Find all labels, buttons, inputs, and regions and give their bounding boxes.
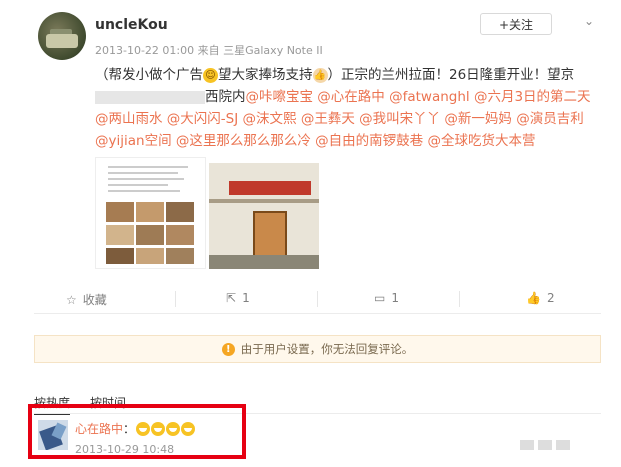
watermark-block [520, 440, 534, 450]
image-tile [166, 202, 194, 222]
mention-link[interactable]: @沫文熙 [243, 111, 297, 127]
favorite-button[interactable]: ☆ 收藏 [66, 291, 107, 308]
favorite-label: 收藏 [82, 293, 107, 307]
mention-link[interactable]: @yijian空间 [95, 133, 172, 149]
blurred-text [95, 90, 205, 104]
thumbs-up-icon: 👍 [526, 291, 541, 305]
store-ground [209, 255, 319, 269]
image-tile [166, 248, 194, 264]
comment-button[interactable]: ▭ 1 [374, 291, 399, 305]
mention-link[interactable]: @两山雨水 [95, 111, 163, 127]
store-wall [209, 199, 319, 203]
post-text-part4: 西院内 [205, 89, 246, 105]
image-text-line [108, 178, 184, 180]
repost-icon: ⇱ [226, 291, 237, 305]
image-text-line [108, 166, 188, 168]
mention-link[interactable]: @六月3日的第二天 [474, 89, 591, 105]
wink-emoji-icon: ☺ [203, 67, 218, 83]
image-tile [106, 248, 134, 264]
username[interactable]: uncleKou [95, 17, 168, 33]
image-tile [106, 202, 134, 222]
image-text-line [108, 172, 178, 174]
post-text-part2: 望大家捧场支持 [218, 67, 313, 83]
post-text: （帮发小做个广告 ☺ 望大家捧场支持👍）正宗的兰州拉面！26日隆重开业！望京 西院内… [95, 64, 610, 152]
chevron-down-icon[interactable]: ⌄ [584, 14, 594, 28]
divider [175, 291, 176, 307]
image-tile [166, 225, 194, 245]
menu-collage-image[interactable] [95, 157, 206, 269]
reply-disabled-notice: ! 由于用户设置，你无法回复评论。 [34, 335, 601, 363]
mention-link[interactable]: @心在路中 [317, 89, 385, 105]
avatar[interactable] [38, 12, 86, 60]
avatar-car-body [46, 34, 78, 48]
image-text-line [108, 184, 168, 186]
image-tile [136, 248, 164, 264]
mention-link[interactable]: @我叫宋丫丫 [359, 111, 440, 127]
follow-button[interactable]: +关注 [480, 13, 552, 35]
comment-count: 1 [391, 291, 399, 305]
like-count: 2 [546, 291, 555, 305]
thumbs-up-emoji-icon: 👍 [312, 67, 328, 83]
divider [459, 291, 460, 307]
follow-label: +关注 [498, 17, 534, 32]
mention-link[interactable]: @fatwanghl [389, 89, 470, 105]
mention-link[interactable]: @全球吃货大本营 [427, 133, 535, 149]
watermark-block [556, 440, 570, 450]
image-text-line [108, 190, 180, 192]
watermark-block [538, 440, 552, 450]
post-meta: 2013-10-22 01:00 来自 三星Galaxy Note II [95, 44, 323, 57]
mention-link[interactable]: @演员吉利 [516, 111, 584, 127]
store-door [253, 211, 287, 257]
notice-text: 由于用户设置，你无法回复评论。 [240, 342, 414, 356]
comment-icon: ▭ [374, 291, 386, 305]
post-text-part1: （帮发小做个广告 [95, 67, 203, 83]
mention-link[interactable]: @咔嚓宝宝 [246, 89, 314, 105]
divider [317, 291, 318, 307]
repost-count: 1 [242, 291, 250, 305]
watermark [520, 440, 570, 450]
image-tile [136, 202, 164, 222]
mention-link[interactable]: @大闪闪-SJ [167, 111, 238, 127]
mention-link[interactable]: @王彝天 [301, 111, 355, 127]
warning-icon: ! [221, 342, 235, 356]
image-tile [136, 225, 164, 245]
store-sign [229, 181, 311, 195]
repost-button[interactable]: ⇱ 1 [226, 291, 250, 305]
mention-link[interactable]: @新一妈妈 [444, 111, 512, 127]
star-icon: ☆ [66, 292, 77, 307]
image-tile [106, 225, 134, 245]
post-text-part3: ）正宗的兰州拉面！26日隆重开业！望京 [327, 67, 575, 83]
mention-link[interactable]: @自由的南锣鼓巷 [315, 133, 423, 149]
highlight-box [28, 404, 246, 459]
like-button[interactable]: 👍 2 [526, 291, 555, 305]
storefront-image[interactable] [209, 163, 319, 269]
divider [34, 313, 601, 314]
mention-link[interactable]: @这里那么那么那么冷 [176, 133, 311, 149]
action-bar: ☆ 收藏 ⇱ 1 ▭ 1 👍 2 [34, 287, 601, 311]
